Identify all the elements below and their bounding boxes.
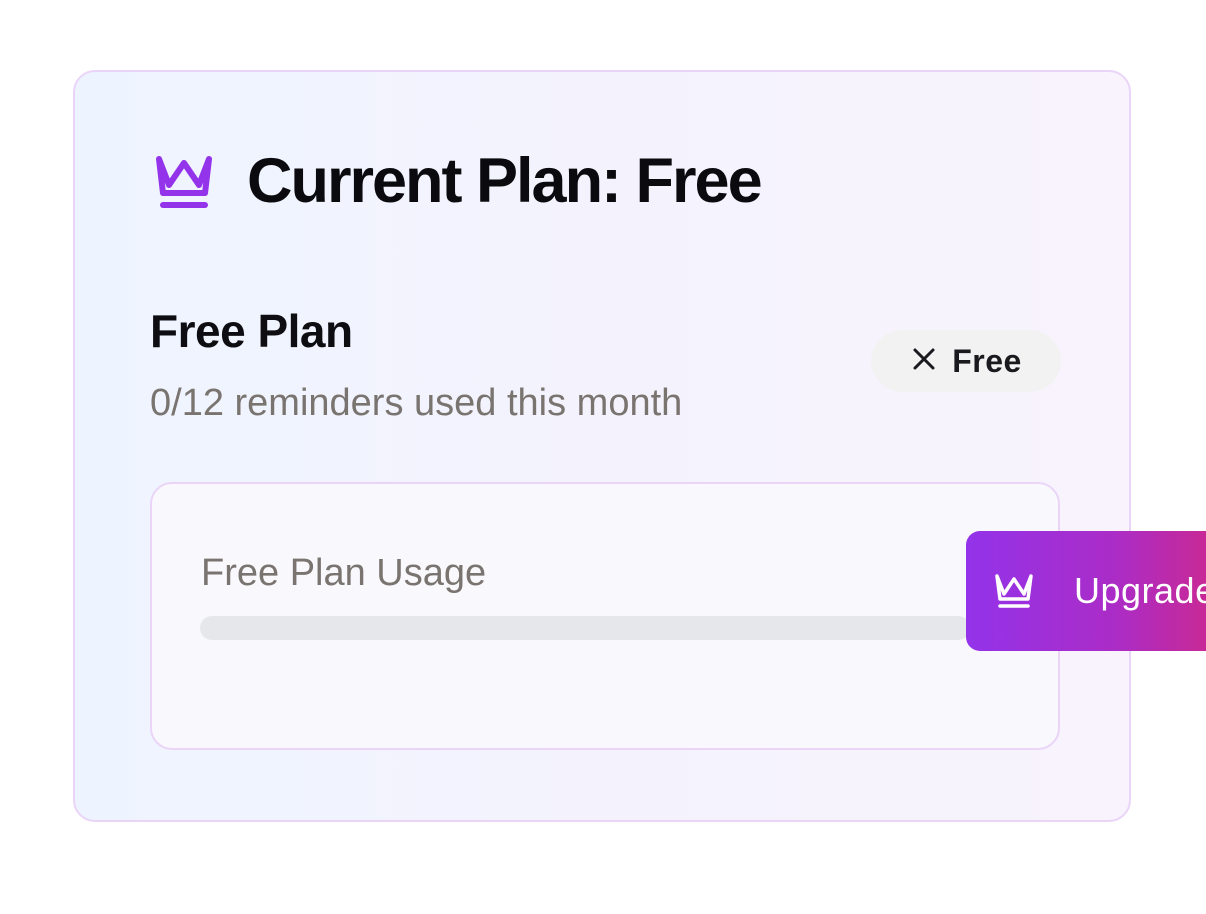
usage-label: Free Plan Usage xyxy=(201,552,487,594)
current-plan-card: Current Plan: Free Free Plan 0/12 remind… xyxy=(73,70,1131,822)
plan-name: Free Plan xyxy=(150,305,353,357)
plan-status-badge: Free xyxy=(871,330,1061,392)
crown-icon xyxy=(151,147,247,216)
usage-progress-bar xyxy=(200,616,970,640)
usage-box: Free Plan Usage xyxy=(150,482,1060,750)
upgrade-button-label: Upgrade xyxy=(1074,570,1206,611)
plan-usage-text: 0/12 reminders used this month xyxy=(150,382,683,424)
crown-icon xyxy=(992,569,1074,614)
page: Current Plan: Free Free Plan 0/12 remind… xyxy=(0,0,1206,914)
upgrade-button[interactable]: Upgrade xyxy=(966,531,1206,651)
page-title: Current Plan: Free xyxy=(247,146,763,216)
badge-label: Free xyxy=(952,342,1022,379)
x-icon xyxy=(910,345,938,378)
card-header: Current Plan: Free xyxy=(151,146,763,216)
